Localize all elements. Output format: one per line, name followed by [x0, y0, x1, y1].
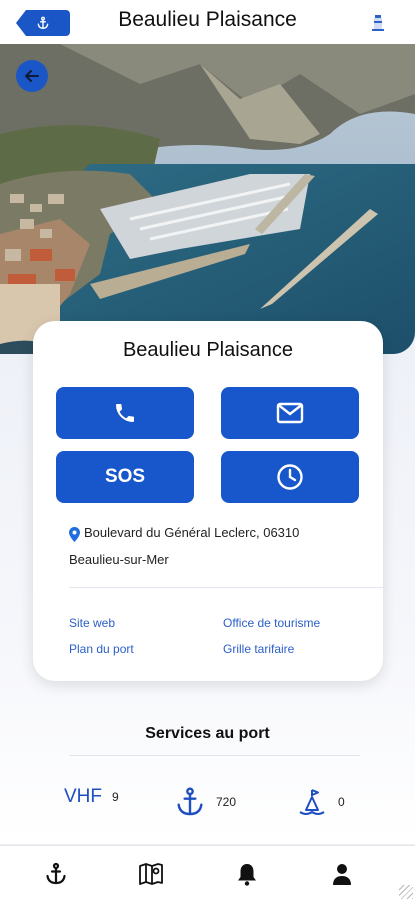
- back-button[interactable]: [16, 60, 48, 92]
- tab-profile[interactable]: [328, 860, 356, 888]
- vhf-channel: 9: [112, 790, 119, 804]
- sos-label: SOS: [104, 466, 146, 487]
- tab-port[interactable]: [42, 860, 70, 888]
- header-title: Beaulieu Plaisance: [118, 8, 297, 31]
- location-pin-icon: [69, 527, 80, 542]
- mail-icon: [276, 402, 304, 424]
- tab-map[interactable]: [137, 860, 165, 888]
- anchor-icon: [46, 862, 66, 885]
- email-button[interactable]: [221, 387, 359, 439]
- buoy-service: 0: [296, 786, 345, 818]
- tourism-office-link[interactable]: Office de tourisme: [223, 616, 320, 630]
- bell-icon: [238, 864, 256, 886]
- address-line-2: Beaulieu-sur-Mer: [69, 552, 169, 567]
- tab-notifications[interactable]: [233, 860, 261, 888]
- website-link[interactable]: Site web: [69, 616, 115, 630]
- arrow-left-icon: [25, 70, 39, 82]
- user-icon: [333, 864, 351, 885]
- buoy-icon: [299, 789, 325, 815]
- address-line-1: Boulevard du Général Leclerc, 06310: [84, 525, 300, 540]
- services-title: Services au port: [145, 725, 270, 742]
- divider: [69, 587, 387, 588]
- vhf-service: VHF 9: [64, 786, 119, 808]
- marina-info-card: Beaulieu Plaisance SOS Boulevard du Géné…: [33, 321, 387, 681]
- vhf-label: VHF: [64, 786, 102, 807]
- lighthouse-logo-icon: [372, 15, 384, 31]
- port-map-link[interactable]: Plan du port: [69, 642, 134, 656]
- bottom-tab-bar: [0, 845, 415, 901]
- rates-link[interactable]: Grille tarifaire: [223, 642, 294, 656]
- marina-name: Beaulieu Plaisance: [122, 339, 294, 361]
- anchor-icon: [177, 787, 203, 816]
- app-header: Beaulieu Plaisance: [0, 0, 415, 44]
- clock-icon: [277, 464, 303, 490]
- buoy-count: 0: [338, 795, 345, 809]
- harbor-aerial-photo: [0, 44, 415, 354]
- opening-hours-button[interactable]: [221, 451, 359, 503]
- services-divider: [70, 755, 360, 756]
- sos-button[interactable]: SOS: [56, 451, 194, 503]
- resize-handle[interactable]: [399, 885, 413, 899]
- berths-service: 720: [174, 786, 236, 818]
- berths-count: 720: [216, 795, 237, 809]
- call-button[interactable]: [56, 387, 194, 439]
- map-icon: [139, 863, 163, 885]
- phone-icon: [116, 404, 134, 422]
